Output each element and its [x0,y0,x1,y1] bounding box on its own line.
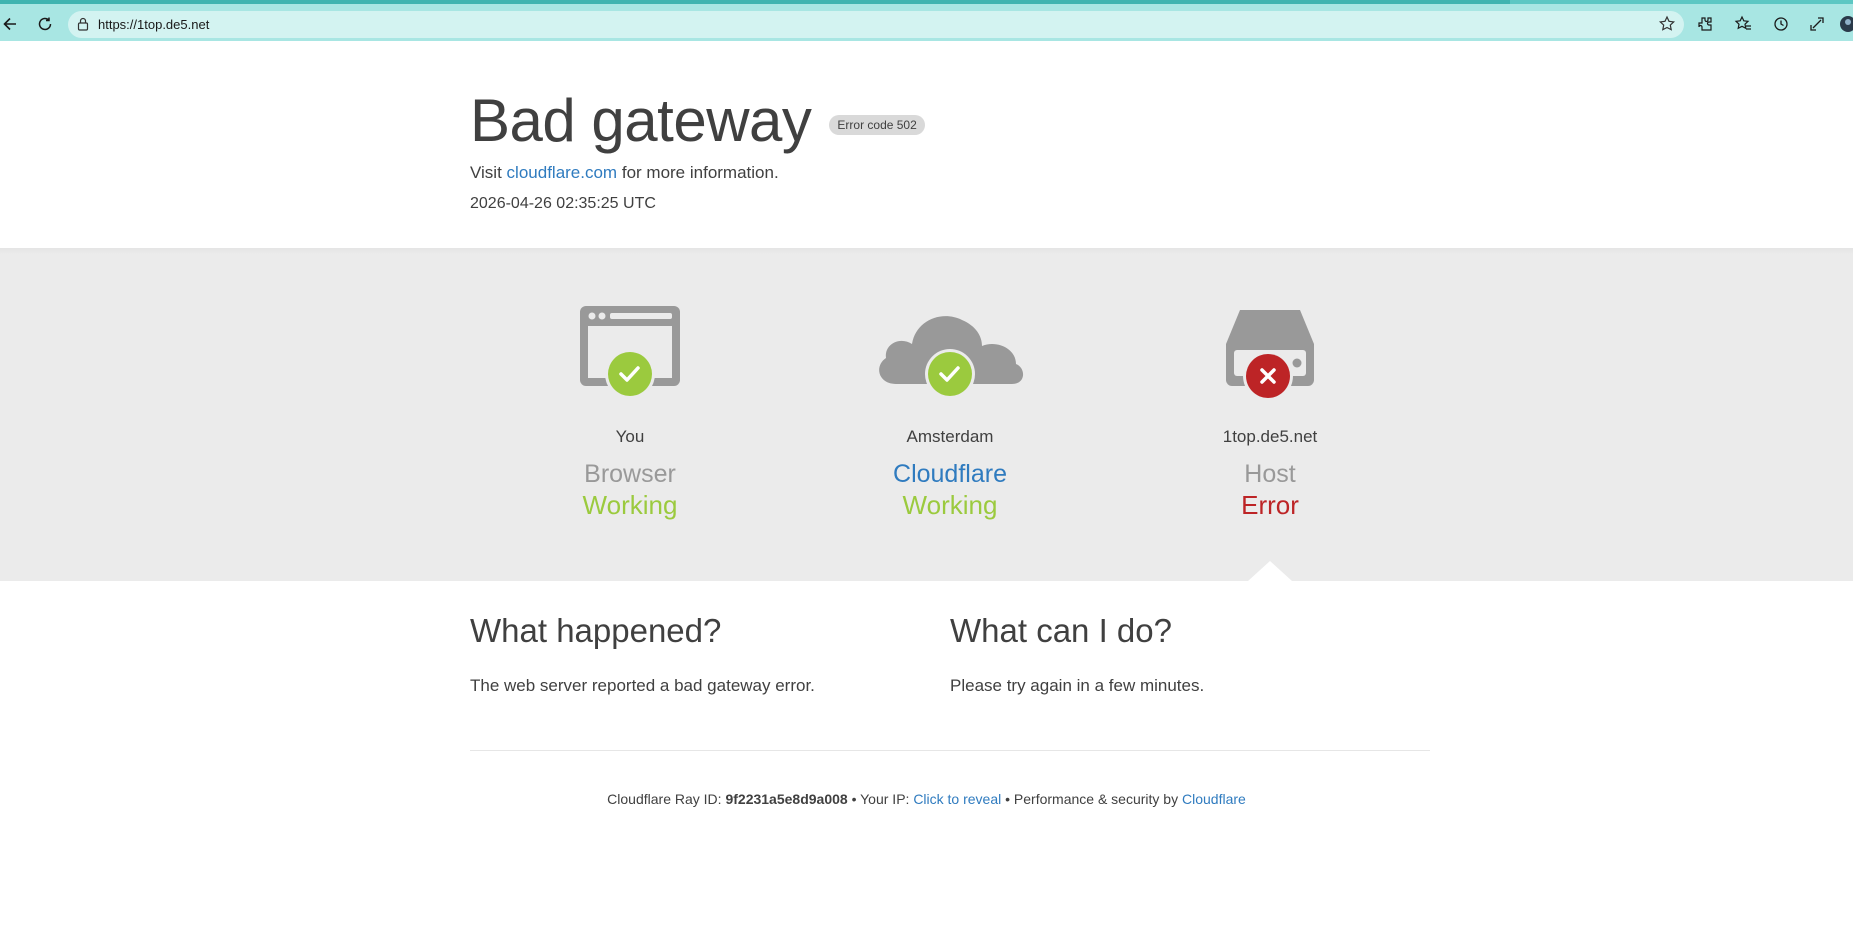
node-type: Host [1244,460,1296,488]
settings-icon[interactable] [1807,14,1827,34]
what-happened-heading: What happened? [470,612,722,649]
node-location: You [615,427,645,446]
what-happened-section: What happened? The web server reported a… [470,612,910,696]
node-type: Browser [584,460,676,488]
visit-line: Visit cloudflare.com for more informatio… [470,163,779,183]
host-node: 1top.de5.net Host Error [1150,248,1390,581]
cloudflare-node: Amsterdam Cloudflare Working [830,248,1070,581]
page-title: Bad gateway [470,87,812,154]
separator: • [1005,791,1011,807]
what-can-i-do-text: Please try again in a few minutes. [950,676,1205,695]
status-section: You Browser Working Amsterdam Cloudflare… [0,248,1853,581]
node-state: Error [1241,490,1299,520]
cloudflare-footer-link[interactable]: Cloudflare [1182,791,1246,807]
cloudflare-type-link[interactable]: Cloudflare [830,460,1070,489]
browser-toolbar: https://1top.de5.net [0,0,1853,41]
favorites-icon[interactable] [1733,14,1753,34]
what-can-i-do-heading: What can I do? [950,612,1172,649]
node-location: Amsterdam [906,427,994,446]
timestamp: 2026-04-26 02:35:25 UTC [470,195,656,212]
server-icon [1220,304,1320,409]
reveal-ip-link[interactable]: Click to reveal [913,791,1001,807]
extensions-icon[interactable] [1695,14,1715,34]
node-state: Working [582,490,678,520]
what-can-i-do-section: What can I do? Please try again in a few… [950,612,1390,696]
visit-prefix: Visit [470,163,502,182]
cloudflare-link[interactable]: cloudflare.com [507,163,618,182]
history-icon[interactable] [1771,14,1791,34]
error-pointer [1248,561,1292,581]
x-icon [1243,351,1293,401]
visit-suffix: for more information. [621,163,779,182]
separator: • [851,791,857,807]
profile-icon[interactable] [1838,14,1853,34]
error-code-badge: Error code 502 [829,115,925,135]
tab-strip-edge [1510,0,1853,4]
browser-icon [578,304,682,409]
node-state: Working [902,490,998,520]
url-text[interactable]: https://1top.de5.net [98,17,209,32]
ray-label: Cloudflare Ray ID: [607,791,722,807]
performance-label: Performance & security by [1013,791,1179,807]
reload-icon[interactable] [33,12,57,36]
what-happened-text: The web server reported a bad gateway er… [470,676,815,695]
check-icon [605,349,655,399]
star-icon[interactable] [1658,15,1676,38]
node-location: 1top.de5.net [1222,427,1318,446]
footer: Cloudflare Ray ID: 9f2231a5e8d9a008 • Yo… [0,791,1853,807]
ip-label: Your IP: [860,791,910,807]
browser-node: You Browser Working [510,248,750,581]
address-bar[interactable]: https://1top.de5.net [68,11,1684,38]
header: Bad gateway Error code 502 [470,82,925,160]
cloud-icon [872,304,1028,409]
back-icon[interactable] [0,12,22,36]
check-icon [925,349,975,399]
ray-id: 9f2231a5e8d9a008 [725,791,848,807]
lock-icon[interactable] [77,17,89,36]
divider [470,750,1430,751]
